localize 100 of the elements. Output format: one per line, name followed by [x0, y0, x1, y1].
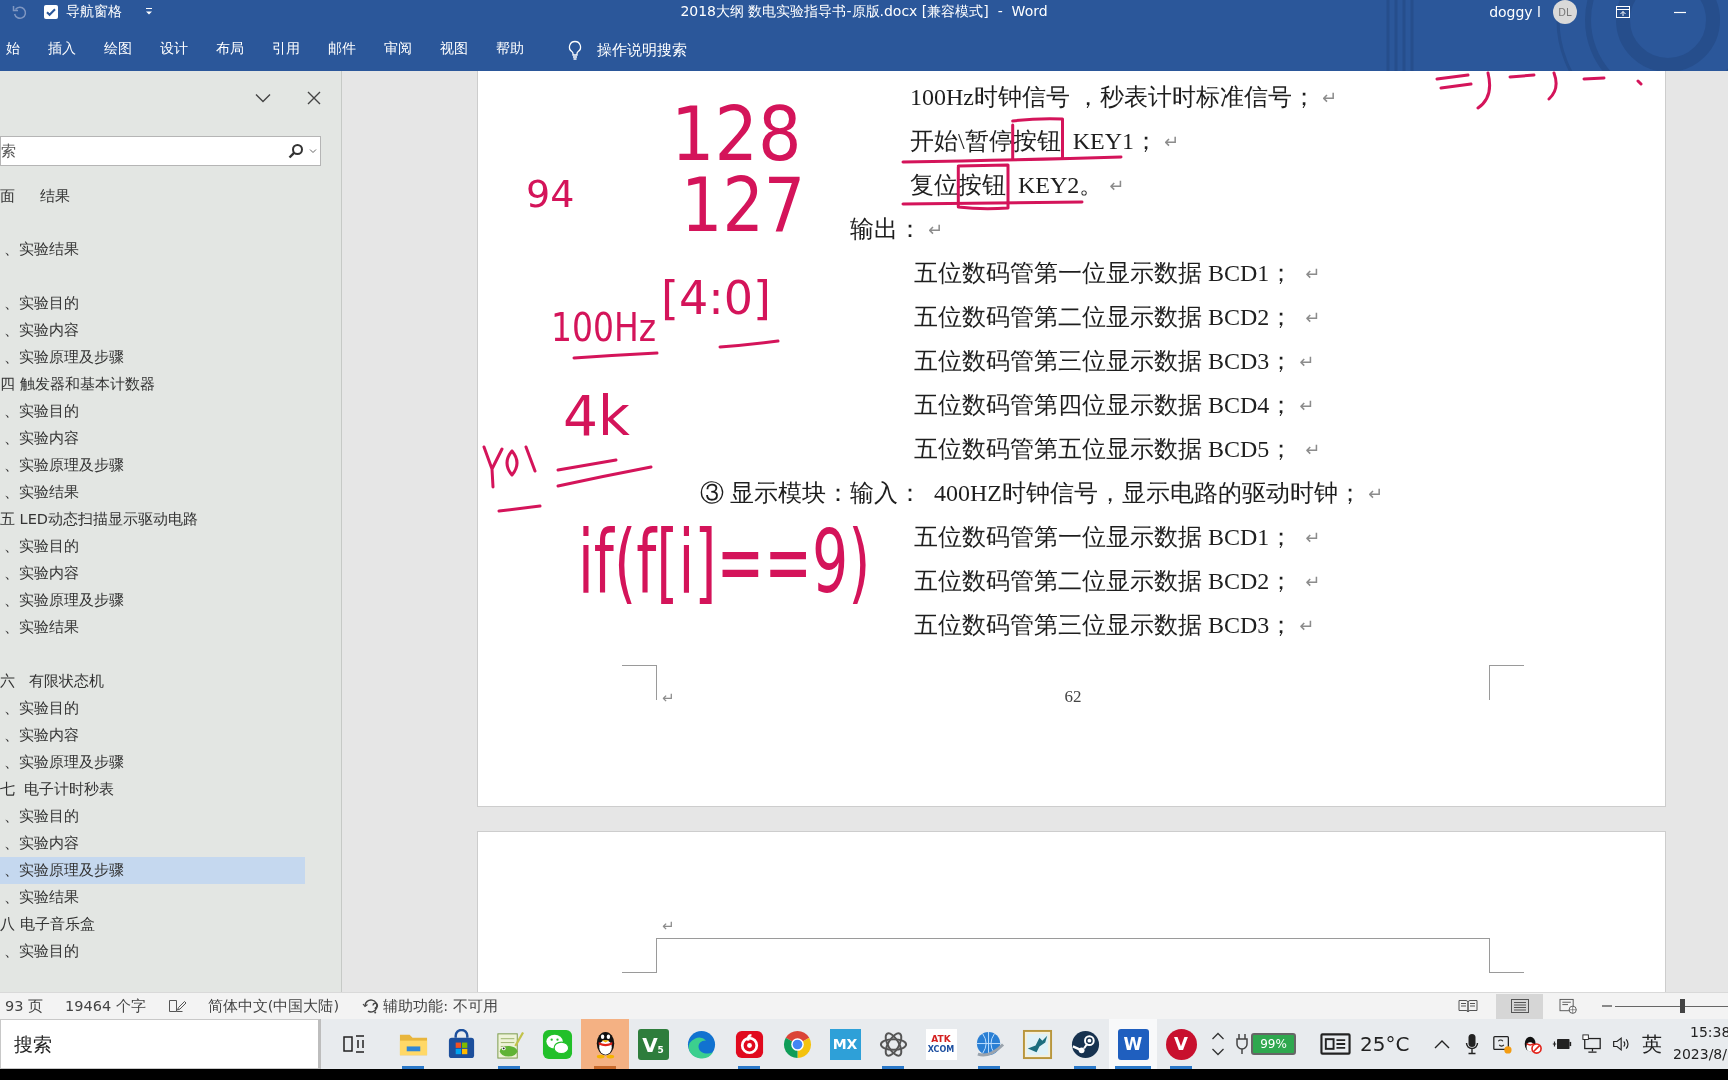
user-name[interactable]: doggy l [1489, 4, 1541, 20]
task-view-icon[interactable] [343, 1033, 365, 1055]
document-text: 五位数码管第三位显示数据 BCD3； [914, 611, 1294, 640]
ribbon-tab[interactable]: 邮件 [314, 37, 370, 63]
outline-item[interactable]: 、实验原理及步骤 [0, 587, 305, 614]
outline-item[interactable]: 、实验目的 [0, 398, 305, 425]
page-number: 62 [1064, 687, 1082, 707]
ink-underline [718, 339, 780, 349]
chevron-up-icon[interactable] [1211, 1032, 1225, 1040]
outline-item[interactable]: 、实验结果 [0, 614, 305, 641]
close-icon[interactable] [307, 91, 321, 105]
taskbar-button[interactable]: V5 [629, 1019, 677, 1069]
chevron-down-icon[interactable] [1211, 1048, 1225, 1056]
speaker-icon[interactable] [1612, 1034, 1632, 1054]
outline-item[interactable]: 、实验目的 [0, 695, 305, 722]
outline-item[interactable]: 、实验目的 [0, 290, 305, 317]
book-pencil-icon[interactable] [167, 998, 186, 1014]
swirl-icon [685, 1028, 717, 1060]
lightbulb-icon[interactable] [567, 40, 583, 60]
handwritten-note: 4k [563, 389, 630, 444]
clock-date[interactable]: 2023/8/ [1673, 1044, 1728, 1066]
ribbon-tab[interactable]: 插入 [34, 37, 90, 63]
outline-item[interactable]: 、实验原理及步骤 [0, 344, 305, 371]
document-text: 五位数码管第一位显示数据 BCD1； [914, 259, 1295, 288]
zoom-slider[interactable] [1615, 999, 1728, 1013]
tell-me-search[interactable]: 操作说明搜索 [597, 40, 687, 60]
taskbar-button[interactable]: ATK XCOM [917, 1019, 965, 1069]
ribbon-tab[interactable]: 帮助 [482, 37, 538, 63]
letter-tile-icon: W [1117, 1028, 1149, 1060]
chevron-up-icon[interactable] [1434, 1039, 1450, 1049]
paragraph-mark: ↵ [1368, 482, 1384, 504]
outline-item[interactable]: 、实验目的 [0, 533, 305, 560]
paragraph-mark: ↵ [1305, 526, 1321, 548]
paragraph-mark: ↵ [1299, 350, 1315, 372]
ribbon-tab[interactable]: 设计 [146, 37, 202, 63]
microphone-icon[interactable] [1465, 1033, 1479, 1055]
ribbon-tab[interactable]: 绘图 [90, 37, 146, 63]
language-indicator[interactable]: 简体中文(中国大陆) [207, 996, 340, 1016]
outline-item[interactable]: 、实验内容 [0, 560, 305, 587]
handwritten-note: if(f[i]==9) [578, 518, 871, 605]
penguin-blocked-icon[interactable] [1522, 1034, 1542, 1054]
plug-icon [1235, 1033, 1249, 1055]
dropdown-arrow-icon[interactable] [144, 7, 154, 17]
framed-picture-icon [1021, 1028, 1053, 1060]
ribbon-tab[interactable]: 布局 [202, 37, 258, 63]
page-count[interactable]: 93 页 [5, 996, 44, 1016]
ribbon-tab[interactable]: 引用 [258, 37, 314, 63]
taskbar-button[interactable] [581, 1019, 629, 1069]
outline-heading[interactable]: 八 电子音乐盒 [0, 911, 305, 938]
word-count[interactable]: 19464 个字 [65, 996, 146, 1016]
document-text: 五位数码管第三位显示数据 BCD3； [914, 347, 1294, 376]
checkbox-label[interactable]: 导航窗格 [66, 3, 122, 21]
outline-item[interactable]: 、实验结果 [0, 236, 305, 263]
input-method-indicator[interactable]: 英 [1642, 1030, 1662, 1058]
taskbar-button[interactable]: V [1157, 1019, 1205, 1069]
outline-item[interactable]: 、实验原理及步骤 [0, 749, 305, 776]
print-layout-button[interactable] [1496, 993, 1543, 1019]
outline-item[interactable]: 、实验结果 [0, 479, 305, 506]
search-field[interactable]: 索 [0, 136, 321, 166]
newspaper-icon[interactable] [1320, 1032, 1351, 1056]
checkbox[interactable] [44, 5, 58, 19]
outline-heading[interactable]: 七 电子计时秒表 [0, 776, 305, 803]
paragraph-mark: ↵ [1299, 614, 1315, 636]
outline-item[interactable]: 、实验原理及步骤 [0, 857, 305, 884]
outline-item[interactable]: 、实验目的 [0, 938, 305, 965]
outline-item[interactable]: 、实验内容 [0, 722, 305, 749]
search-field[interactable]: 搜索 [0, 1019, 321, 1069]
accessibility-status[interactable]: 辅助功能: 不可用 [383, 996, 498, 1016]
ink-scribble-drawing [482, 445, 542, 513]
ribbon-tab[interactable]: 始 [0, 37, 34, 63]
document-text: 五位数码管第五位显示数据 BCD5； [914, 435, 1295, 464]
letter-tile-icon: V5 [637, 1028, 669, 1060]
pane-tab[interactable]: 面 [0, 182, 15, 212]
outline-item[interactable]: 、实验目的 [0, 803, 305, 830]
paragraph-mark: ↵ [1109, 174, 1125, 196]
paragraph-mark: ↵ [1305, 570, 1321, 592]
monitor-icon[interactable] [1582, 1034, 1602, 1054]
slider-thumb[interactable] [1679, 999, 1685, 1013]
document-text: ③ 显示模块：输入： 400HZ时钟信号，显示电路的驱动时钟； [700, 479, 1362, 508]
pane-tab[interactable]: 结果 [40, 182, 70, 212]
outline-item[interactable]: 、实验内容 [0, 425, 305, 452]
outline-item[interactable]: 、实验原理及步骤 [0, 452, 305, 479]
outline-heading[interactable]: 五 LED动态扫描显示驱动电路 [0, 506, 305, 533]
segmented-circle-icon [781, 1028, 813, 1060]
temperature[interactable]: 25°C [1360, 1032, 1410, 1056]
outline-item[interactable]: 、实验结果 [0, 884, 305, 911]
ribbon-tab[interactable]: 审阅 [370, 37, 426, 63]
screen-arrows-icon[interactable] [1492, 1034, 1512, 1054]
outline-item[interactable]: 、实验内容 [0, 317, 305, 344]
taskbar-button[interactable]: W [1109, 1019, 1157, 1069]
search-icon[interactable] [288, 143, 304, 159]
handwritten-note: [4:0] [661, 275, 771, 321]
paragraph-mark: ↵ [662, 917, 675, 935]
paragraph-mark: ↵ [928, 218, 944, 240]
document-text: 输出： [850, 215, 922, 244]
outline-heading[interactable]: 六 有限状态机 [0, 668, 305, 695]
outline-item[interactable]: 、实验内容 [0, 830, 305, 857]
ribbon-tab[interactable]: 视图 [426, 37, 482, 63]
outline-heading[interactable]: 四 触发器和基本计数器 [0, 371, 305, 398]
chevron-down-icon[interactable] [255, 93, 271, 103]
